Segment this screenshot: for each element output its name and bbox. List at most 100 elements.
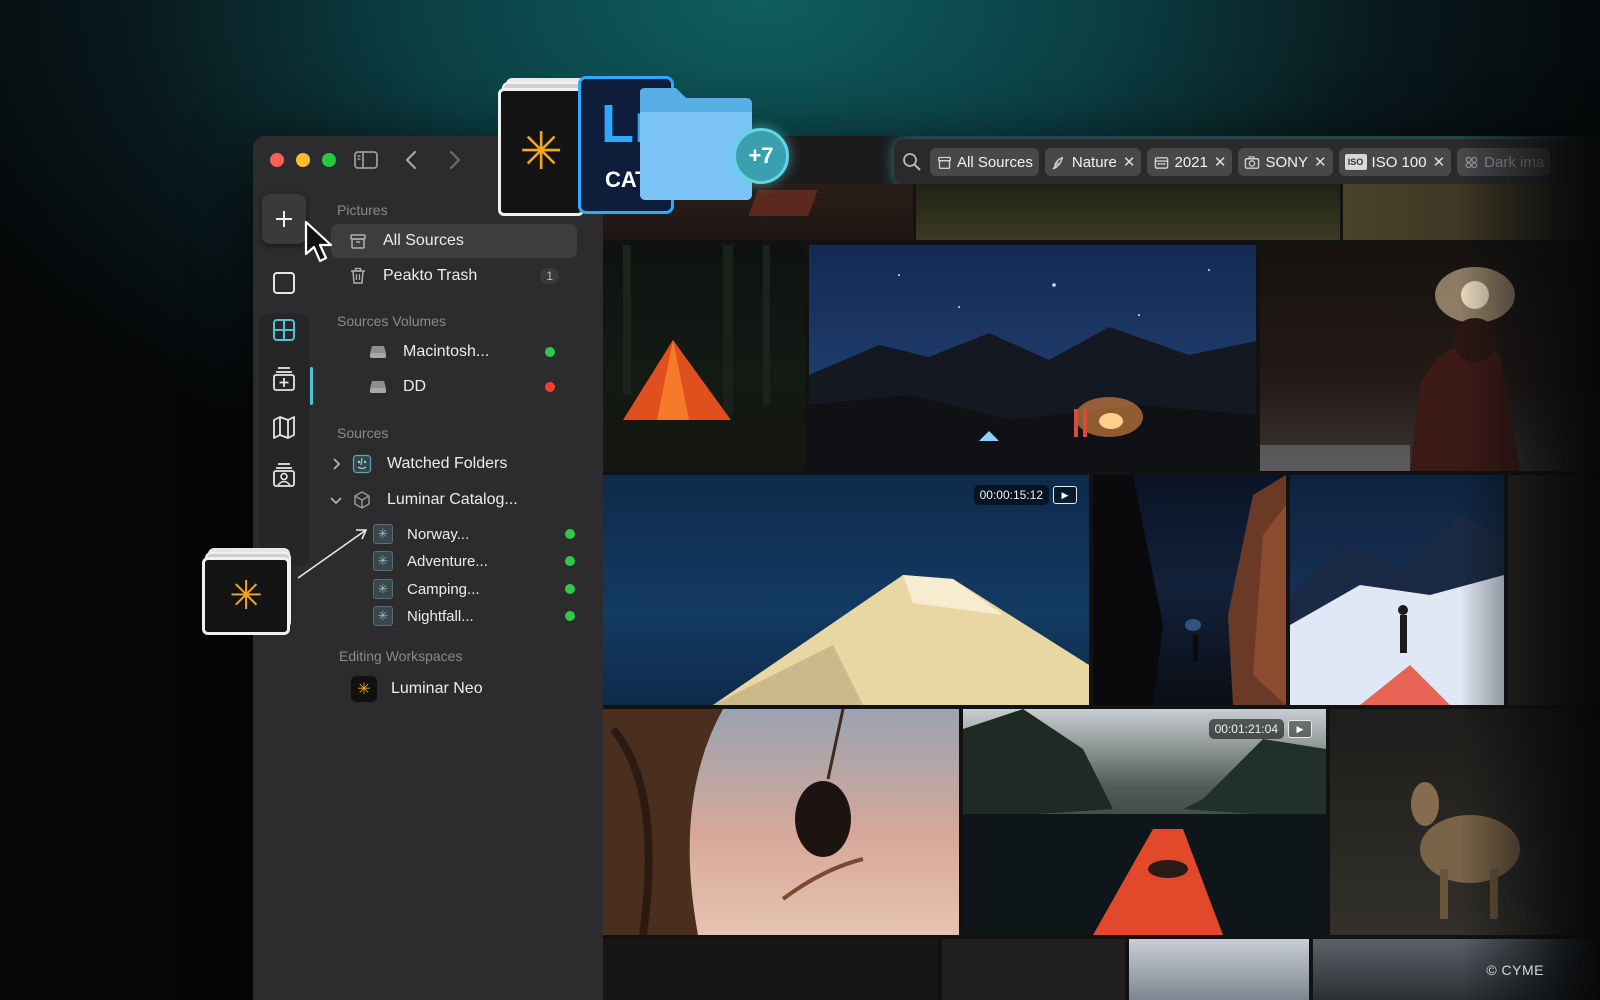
- filter-chip-all-sources[interactable]: All Sources: [930, 148, 1039, 176]
- person-stack-icon: [273, 463, 295, 487]
- sidebar-item-all-sources[interactable]: All Sources: [331, 224, 577, 258]
- photo-thumbnail[interactable]: [1343, 184, 1600, 240]
- drag-arrow-icon: [294, 522, 374, 587]
- sidebar-item-luminar-neo[interactable]: ✳ Luminar Neo: [331, 672, 577, 706]
- sidebar-item-label: All Sources: [383, 232, 464, 249]
- chip-label: ISO 100: [1371, 153, 1427, 171]
- chip-label: SONY: [1265, 153, 1308, 171]
- photo-thumbnail[interactable]: [809, 245, 1256, 471]
- camera-icon: [1244, 154, 1260, 170]
- remove-filter-icon[interactable]: ✕: [1123, 153, 1136, 171]
- luminar-catalog-stack-icon: ✳: [498, 78, 586, 216]
- plus-icon: [276, 211, 292, 227]
- luminar-catalog-drop-icon: ✳: [202, 548, 292, 635]
- photo-thumbnail[interactable]: [1260, 245, 1600, 471]
- photo-thumbnail[interactable]: [603, 939, 938, 1000]
- photo-thumbnail[interactable]: [1508, 475, 1600, 705]
- sidebar-item-trash[interactable]: Peakto Trash 1: [331, 259, 577, 293]
- photo-thumbnail[interactable]: [916, 184, 1340, 240]
- archive-icon: [347, 230, 369, 252]
- sidebar-item-label: Luminar Neo: [391, 680, 483, 697]
- chip-label: Nature: [1071, 153, 1117, 171]
- catalog-item-camping[interactable]: ✳ Camping...: [373, 575, 583, 603]
- filter-chip-nature[interactable]: Nature ✕: [1044, 148, 1142, 176]
- photo-thumbnail-video[interactable]: 00:01:21:04 ▶: [963, 709, 1326, 935]
- sidebar-item-label: DD: [403, 378, 427, 395]
- video-duration: 00:01:21:04: [1208, 719, 1284, 739]
- forward-chevron-icon[interactable]: [441, 148, 467, 172]
- iso-icon: ISO: [1344, 154, 1367, 170]
- sidebar-item-label: Macintosh...: [403, 343, 490, 360]
- drive-icon: [367, 341, 389, 363]
- photo-thumbnail[interactable]: [1313, 939, 1600, 1000]
- trash-icon: [347, 265, 369, 287]
- catalog-item-nightfall[interactable]: ✳ Nightfall...: [373, 602, 583, 630]
- play-icon[interactable]: ▶: [1288, 720, 1312, 738]
- photo-thumbnail[interactable]: [942, 939, 1125, 1000]
- active-view-indicator: [310, 367, 313, 405]
- search-icon[interactable]: [902, 152, 922, 172]
- calendar-icon: [1153, 154, 1169, 170]
- grid-view-button[interactable]: [262, 309, 306, 351]
- people-view-button[interactable]: [262, 454, 306, 496]
- chip-label: Dark ima: [1484, 153, 1545, 171]
- more-sources-badge: +7: [733, 128, 789, 184]
- catalog-status-dot: [565, 584, 575, 594]
- nature-icon: [1051, 154, 1067, 170]
- stack-add-icon: [273, 367, 295, 391]
- catalog-status-dot: [565, 556, 575, 566]
- photo-thumbnail[interactable]: [603, 709, 959, 935]
- zoom-window-button[interactable]: [322, 153, 336, 167]
- filter-chip-sony[interactable]: SONY ✕: [1238, 148, 1333, 176]
- volume-status-dot: [545, 382, 555, 392]
- filter-chip-2021[interactable]: 2021 ✕: [1147, 148, 1233, 176]
- volume-status-dot: [545, 347, 555, 357]
- remove-filter-icon[interactable]: ✕: [1214, 153, 1227, 171]
- collections-button[interactable]: [262, 358, 306, 400]
- mouse-cursor-icon: [304, 220, 334, 269]
- section-header-pictures: Pictures: [337, 202, 388, 218]
- filter-chip-iso[interactable]: ISO ISO 100 ✕: [1338, 148, 1452, 176]
- chevron-down-icon[interactable]: [329, 493, 343, 507]
- sidebar-item-volume-dd[interactable]: DD: [331, 370, 577, 404]
- grid-layout-icon: [273, 319, 295, 341]
- luminar-catalog-icon: ✳: [373, 551, 393, 571]
- chevron-right-icon[interactable]: [329, 457, 343, 471]
- photo-thumbnail-video[interactable]: 00:00:15:12 ▶: [603, 475, 1089, 705]
- map-view-button[interactable]: [262, 406, 306, 448]
- photo-thumbnail[interactable]: [1330, 709, 1600, 935]
- photo-grid: 00:00:15:12 ▶ 00:01:21:04 ▶: [603, 184, 1600, 1000]
- photo-thumbnail[interactable]: [603, 245, 805, 471]
- back-chevron-icon[interactable]: [399, 148, 425, 172]
- single-view-button[interactable]: [262, 262, 306, 304]
- trash-count-badge: 1: [540, 268, 559, 284]
- close-window-button[interactable]: [270, 153, 284, 167]
- play-icon[interactable]: ▶: [1053, 486, 1077, 504]
- catalog-item-adventure[interactable]: ✳ Adventure...: [373, 547, 583, 575]
- filter-chip-dark-images[interactable]: Dark ima: [1457, 148, 1551, 176]
- chip-label: All Sources: [957, 153, 1033, 171]
- package-icon: [351, 489, 373, 511]
- sources-sidebar: Pictures All Sources Peakto Trash 1 Sour…: [315, 184, 604, 1000]
- remove-filter-icon[interactable]: ✕: [1314, 153, 1327, 171]
- catalog-item-label: Norway...: [407, 525, 470, 543]
- catalog-item-norway[interactable]: ✳ Norway...: [373, 520, 583, 548]
- catalog-item-label: Camping...: [407, 580, 480, 598]
- scene-icon: [1463, 154, 1479, 170]
- copyright-text: © CYME: [1486, 962, 1544, 978]
- filter-bar: All Sources Nature ✕ 2021 ✕ SONY ✕ ISO I…: [894, 139, 1600, 185]
- add-source-button[interactable]: [262, 194, 306, 244]
- photo-thumbnail[interactable]: [1093, 475, 1286, 705]
- sidebar-item-watched-folders[interactable]: Watched Folders: [319, 447, 565, 481]
- app-window: Pictures All Sources Peakto Trash 1 Sour…: [253, 136, 1600, 1000]
- sidebar-toggle-icon[interactable]: [353, 148, 379, 172]
- photo-thumbnail[interactable]: [1290, 475, 1504, 705]
- minimize-window-button[interactable]: [296, 153, 310, 167]
- sidebar-item-luminar-catalog[interactable]: Luminar Catalog...: [319, 483, 565, 517]
- remove-filter-icon[interactable]: ✕: [1433, 153, 1446, 171]
- photo-thumbnail[interactable]: [1129, 939, 1309, 1000]
- chip-label: 2021: [1174, 153, 1208, 171]
- sidebar-item-volume-macintosh[interactable]: Macintosh...: [331, 335, 577, 369]
- archive-icon: [936, 154, 952, 170]
- section-header-sources: Sources: [337, 425, 389, 441]
